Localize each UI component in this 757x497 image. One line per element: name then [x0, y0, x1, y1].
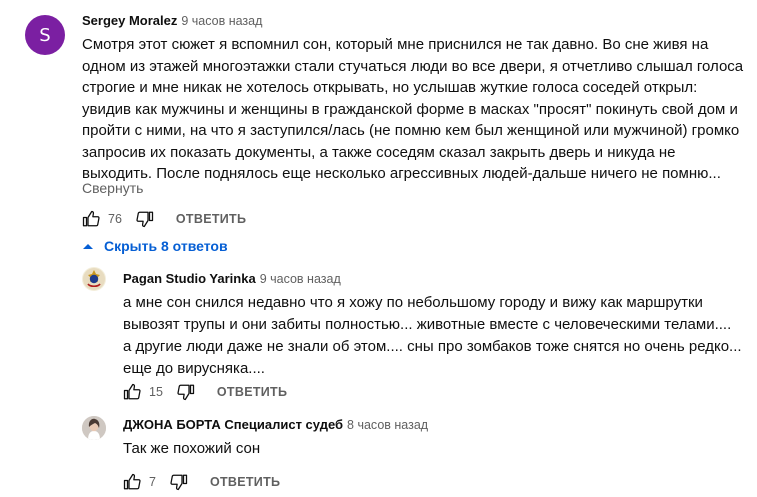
avatar[interactable]: S — [25, 15, 65, 55]
reply-button[interactable]: ОТВЕТИТЬ — [176, 212, 246, 226]
reply-text-line: еще до вирусняка.... — [123, 360, 265, 377]
thumb-down-icon[interactable] — [170, 473, 188, 491]
reply-text-line: а мне сон снился недавно что я хожу по н… — [123, 294, 703, 311]
comment-actions: 76 ОТВЕТИТЬ — [82, 209, 246, 229]
comment-text-line: строгие и мне никак не хотелось открыват… — [82, 79, 698, 96]
comment-text-line: одном из этажей многоэтажки стали стучат… — [82, 57, 744, 75]
thumb-down-icon[interactable] — [136, 210, 154, 228]
comment-text-line: Смотря этот сюжет я вспомнил сон, которы… — [82, 36, 709, 53]
reply-text-line: вывозят трупы и они забиты полностью... … — [123, 316, 732, 333]
comment-time[interactable]: 9 часов назад — [181, 14, 262, 28]
thumb-up-icon[interactable] — [123, 473, 141, 491]
thumb-up-icon[interactable] — [123, 383, 141, 401]
like-count: 76 — [108, 212, 122, 226]
comment-text-line: запросив их показать документы, а также … — [82, 143, 676, 161]
emblem-icon[interactable] — [82, 267, 106, 291]
comment-text: Смотря этот сюжет я вспомнил сон, которы… — [82, 34, 743, 185]
reply-actions: 7 ОТВЕТИТЬ — [123, 472, 280, 492]
reply-header: ДЖОНА БОРТА Специалист судеб 8 часов наза… — [123, 417, 428, 432]
like-count: 15 — [149, 385, 163, 399]
comment-author[interactable]: Sergey Moralez — [82, 13, 177, 28]
avatar-letter: S — [39, 24, 51, 46]
reply-button[interactable]: ОТВЕТИТЬ — [217, 385, 287, 399]
thumb-down-icon[interactable] — [177, 383, 195, 401]
reply-time[interactable]: 9 часов назад — [260, 272, 341, 286]
thumb-up-icon[interactable] — [82, 210, 100, 228]
reply-actions: 15 ОТВЕТИТЬ — [123, 382, 287, 402]
comment-text-line: увидив как мужчины и женщины в гражданск… — [82, 100, 738, 118]
comment-text-line: выходить. После поднялось еще несколько … — [82, 165, 721, 182]
hide-replies-button[interactable]: Скрыть 8 ответов — [82, 238, 228, 254]
reply-button[interactable]: ОТВЕТИТЬ — [210, 475, 280, 489]
reply-header: Pagan Studio Yarinka 9 часов назад — [123, 271, 341, 286]
chevron-up-icon — [82, 241, 94, 251]
reply-text: Так же похожий сон — [123, 438, 260, 460]
reply-author[interactable]: Pagan Studio Yarinka — [123, 271, 256, 286]
reply-text: а мне сон снился недавно что я хожу по н… — [123, 292, 742, 380]
photo-avatar-icon[interactable] — [82, 416, 106, 440]
reply-text-line: Так же похожий сон — [123, 440, 261, 457]
collapse-button[interactable]: Свернуть — [82, 180, 143, 196]
like-count: 7 — [149, 475, 156, 489]
reply-text-line: а другие люди даже не знали об этом.... … — [123, 338, 742, 355]
reply-time[interactable]: 8 часов назад — [347, 418, 428, 432]
hide-replies-label: Скрыть 8 ответов — [104, 238, 228, 254]
comment-header: Sergey Moralez 9 часов назад — [82, 13, 262, 28]
reply-author[interactable]: ДЖОНА БОРТА Специалист судеб — [123, 417, 343, 432]
comment-text-line: пройти с ними, на что я заступился/лась … — [82, 122, 740, 139]
